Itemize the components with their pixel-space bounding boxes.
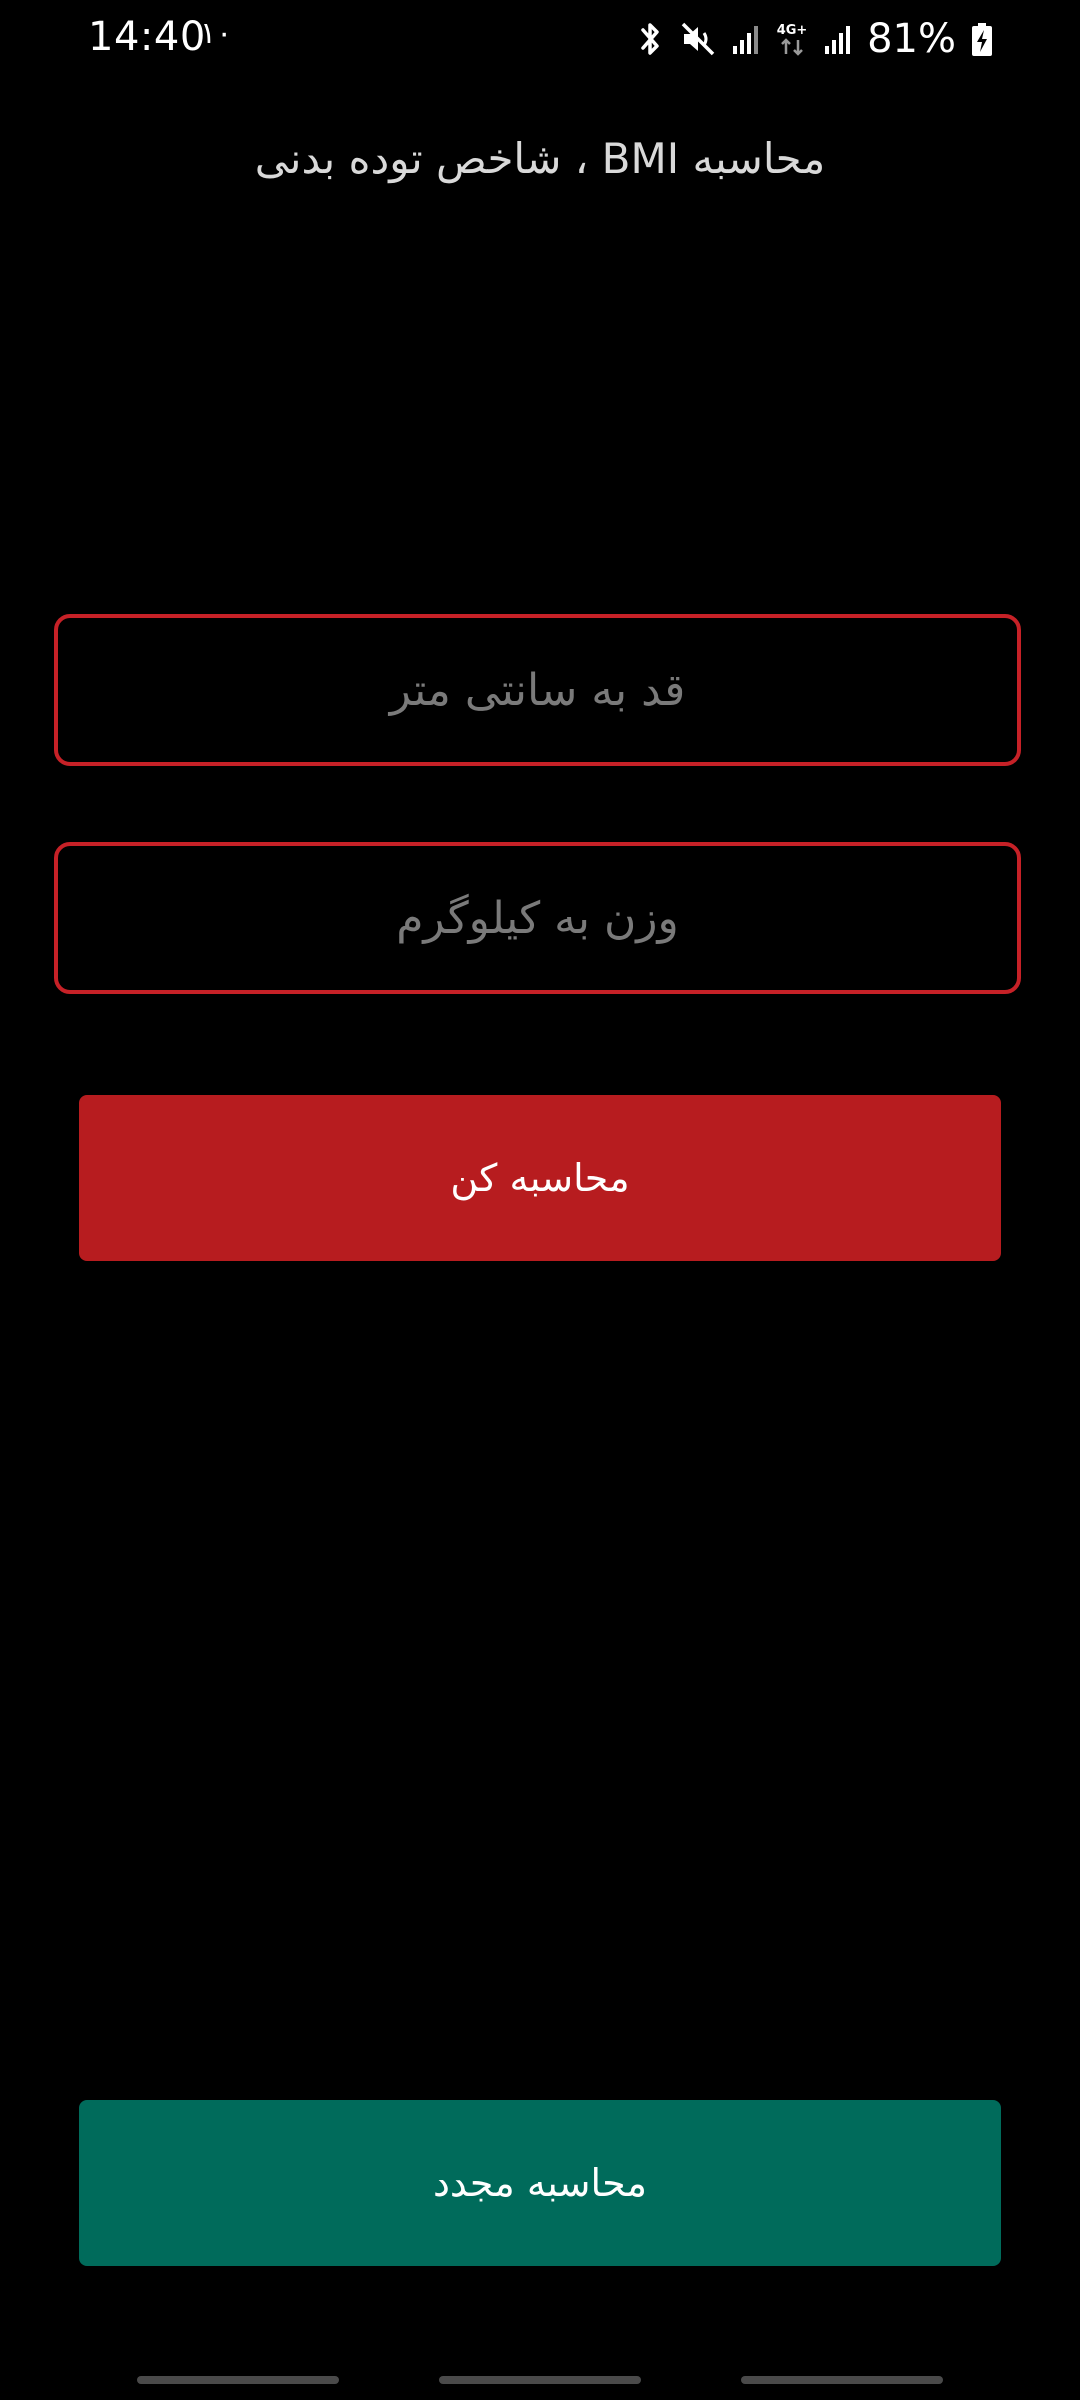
page-title: محاسبه BMI ، شاخص توده بدنی (254, 134, 826, 183)
recalculate-button[interactable]: محاسبه مجدد (79, 2100, 1001, 2266)
recalculate-button-label: محاسبه مجدد (433, 2161, 647, 2205)
bluetooth-icon (635, 20, 665, 58)
status-bar: 14:40 ۱۰ 4G+ 81% (0, 0, 1080, 78)
status-icons: 4G+ 81% (635, 14, 994, 64)
nav-recent-apps[interactable] (137, 2376, 339, 2384)
signal-icon-2 (823, 22, 853, 56)
height-input[interactable] (58, 618, 1017, 762)
weight-input[interactable] (58, 846, 1017, 990)
height-field[interactable] (54, 614, 1021, 766)
data-icon: 4G+ (775, 20, 809, 58)
calculate-button-label: محاسبه کن (450, 1156, 630, 1200)
nav-back[interactable] (741, 2376, 943, 2384)
signal-icon (731, 22, 761, 56)
battery-percent: 81% (867, 16, 956, 62)
mute-vibrate-icon (679, 20, 717, 58)
notification-indicator: ۱۰ (200, 16, 233, 51)
nav-home[interactable] (439, 2376, 641, 2384)
weight-field[interactable] (54, 842, 1021, 994)
calculate-button[interactable]: محاسبه کن (79, 1095, 1001, 1261)
battery-charging-icon (970, 20, 994, 58)
status-time: 14:40 (88, 14, 206, 60)
svg-text:4G+: 4G+ (777, 23, 808, 38)
